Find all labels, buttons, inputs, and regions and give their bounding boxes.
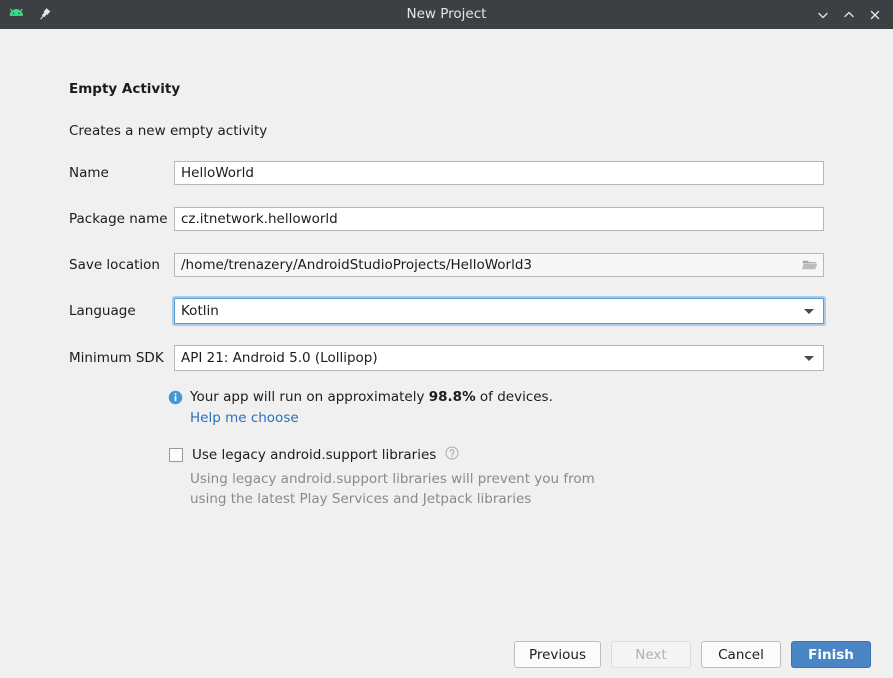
dialog-content: Empty Activity Creates a new empty activ… [0,29,893,630]
pin-icon[interactable] [37,7,52,22]
language-selected-value: Kotlin [181,303,804,319]
chevron-down-icon [804,309,814,314]
name-field-wrap [174,161,824,185]
language-field-wrap: Kotlin [174,298,824,324]
finish-button[interactable]: Finish [791,641,871,668]
previous-button[interactable]: Previous [514,641,601,668]
title-bar-icons [0,7,52,23]
maximize-button[interactable] [837,3,861,27]
package-name-input[interactable] [174,207,824,231]
page-subtitle: Creates a new empty activity [69,123,267,139]
coverage-text-before: Your app will run on approximately [190,389,429,405]
close-button[interactable] [863,3,887,27]
android-robot-icon [8,7,28,23]
legacy-libraries-description: Using legacy android.support libraries w… [190,469,630,509]
save-location-label: Save location [69,257,174,273]
form-row-save-location: Save location [69,253,824,277]
minimum-sdk-label: Minimum SDK [69,350,174,366]
next-button: Next [611,641,691,668]
save-location-field-wrap [174,253,824,277]
question-circle-icon[interactable] [445,446,459,464]
form-row-language: Language Kotlin [69,298,824,324]
minimize-button[interactable] [811,3,835,27]
legacy-libraries-label[interactable]: Use legacy android.support libraries [192,447,436,463]
name-input[interactable] [174,161,824,185]
form-row-package-name: Package name [69,207,824,231]
help-me-choose-link[interactable]: Help me choose [190,410,299,426]
title-bar: New Project [0,0,893,29]
window-title: New Project [0,0,893,29]
info-circle-icon [168,389,183,409]
coverage-percent: 98.8% [429,389,476,405]
cancel-button[interactable]: Cancel [701,641,781,668]
package-name-field-wrap [174,207,824,231]
folder-open-icon[interactable] [802,259,818,272]
window-controls [811,3,893,27]
form-row-minimum-sdk: Minimum SDK API 21: Android 5.0 (Lollipo… [69,345,824,371]
device-coverage-text: Your app will run on approximately 98.8%… [190,389,553,405]
chevron-down-icon [804,356,814,361]
language-label: Language [69,303,174,319]
minimum-sdk-dropdown[interactable]: API 21: Android 5.0 (Lollipop) [174,345,824,371]
language-dropdown[interactable]: Kotlin [174,298,824,324]
save-location-input[interactable] [174,253,824,277]
legacy-libraries-row: Use legacy android.support libraries [169,446,459,464]
coverage-text-after: of devices. [476,389,553,405]
page-title: Empty Activity [69,81,180,97]
minimum-sdk-field-wrap: API 21: Android 5.0 (Lollipop) [174,345,824,371]
dialog-footer: Previous Next Cancel Finish [0,631,893,678]
minimum-sdk-selected-value: API 21: Android 5.0 (Lollipop) [181,350,804,366]
name-label: Name [69,165,174,181]
form-row-name: Name [69,161,824,185]
package-name-label: Package name [69,211,174,227]
device-coverage-info: Your app will run on approximately 98.8%… [168,389,553,409]
legacy-libraries-checkbox[interactable] [169,448,183,462]
